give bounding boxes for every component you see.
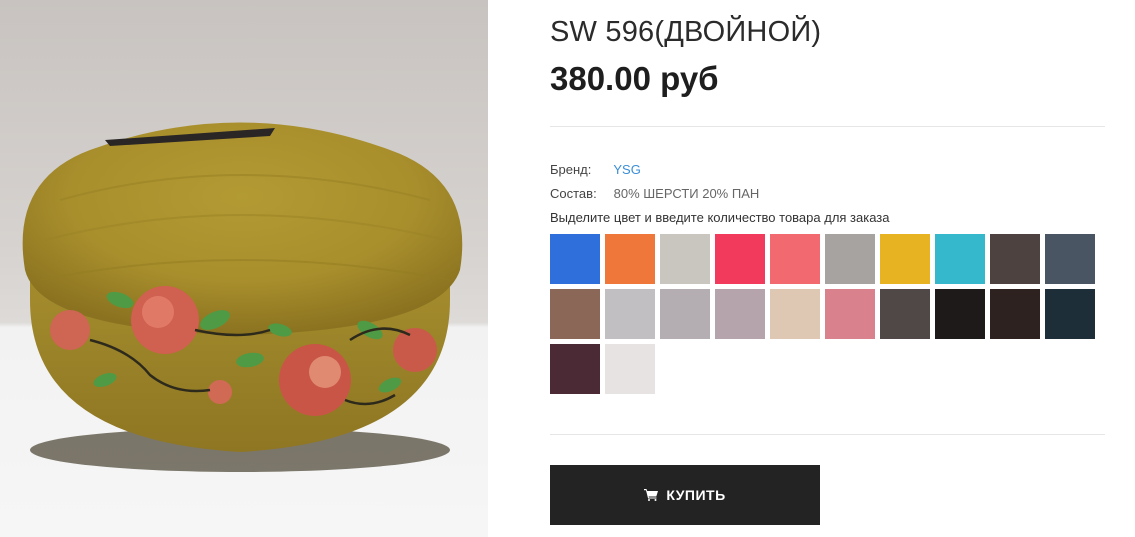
product-image-panel (0, 0, 520, 537)
color-swatch[interactable] (825, 289, 875, 339)
cart-icon (644, 489, 659, 501)
color-swatch[interactable] (550, 234, 600, 284)
color-swatch[interactable] (990, 234, 1040, 284)
composition-label: Состав: (550, 186, 597, 201)
color-swatch[interactable] (1045, 234, 1095, 284)
color-swatch[interactable] (715, 289, 765, 339)
color-swatch-grid (550, 234, 1095, 394)
product-title: SW 596(ДВОЙНОЙ) (550, 16, 822, 48)
brand-link[interactable]: YSG (613, 162, 640, 177)
color-swatch[interactable] (1045, 289, 1095, 339)
buy-button-label: КУПИТЬ (666, 487, 726, 503)
color-swatch[interactable] (605, 234, 655, 284)
divider (550, 126, 1105, 127)
color-swatch[interactable] (825, 234, 875, 284)
color-swatch[interactable] (550, 344, 600, 394)
color-swatch[interactable] (935, 289, 985, 339)
product-photo[interactable] (0, 0, 488, 537)
color-swatch[interactable] (660, 289, 710, 339)
beret-photo (22, 122, 463, 472)
brand-row: Бренд: YSG (550, 162, 641, 177)
color-swatch[interactable] (990, 289, 1040, 339)
product-price: 380.00 руб (550, 60, 719, 97)
product-page: SW 596(ДВОЙНОЙ) 380.00 руб Бренд: YSG Со… (0, 0, 1135, 537)
color-instruction: Выделите цвет и введите количество товар… (550, 210, 890, 225)
color-swatch[interactable] (660, 234, 710, 284)
brand-label: Бренд: (550, 162, 592, 177)
color-swatch[interactable] (605, 289, 655, 339)
color-swatch[interactable] (770, 234, 820, 284)
color-swatch[interactable] (770, 289, 820, 339)
color-swatch[interactable] (935, 234, 985, 284)
divider (550, 434, 1105, 435)
color-swatch[interactable] (605, 344, 655, 394)
color-swatch[interactable] (715, 234, 765, 284)
color-swatch[interactable] (880, 234, 930, 284)
color-swatch[interactable] (880, 289, 930, 339)
color-swatch[interactable] (550, 289, 600, 339)
buy-button[interactable]: КУПИТЬ (550, 465, 820, 525)
composition-row: Состав: 80% ШЕРСТИ 20% ПАН (550, 186, 759, 201)
composition-value: 80% ШЕРСТИ 20% ПАН (613, 186, 760, 201)
